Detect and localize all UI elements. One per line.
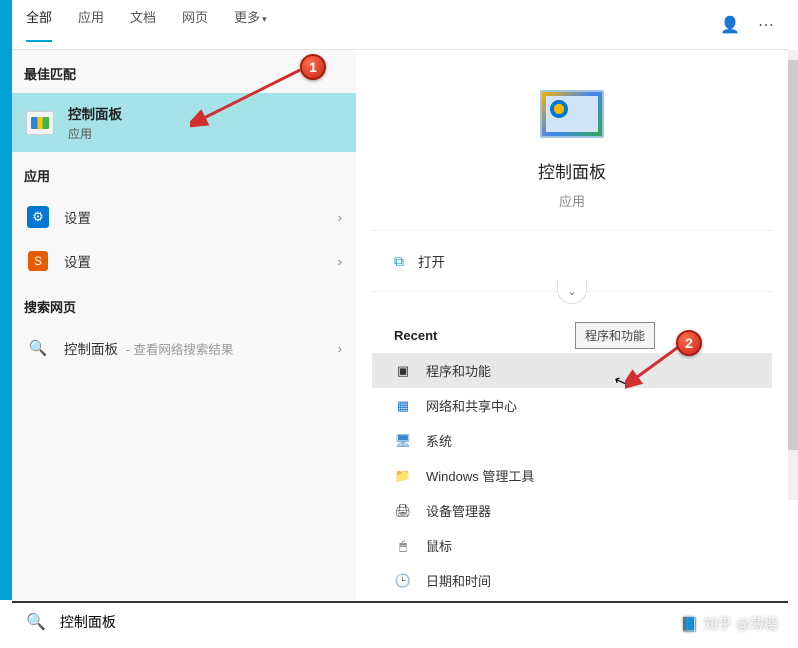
search-input[interactable] bbox=[60, 614, 774, 630]
recent-item-system[interactable]: 🖥系统 bbox=[372, 423, 772, 458]
recent-item-wintools[interactable]: 📁Windows 管理工具 bbox=[372, 458, 772, 493]
web-search-header: 搜索网页 bbox=[12, 283, 356, 326]
sogou-icon: S bbox=[28, 251, 48, 271]
scrollbar-thumb[interactable] bbox=[788, 60, 798, 450]
zhihu-icon: 📘 bbox=[680, 616, 697, 633]
annotation-arrow-2 bbox=[625, 344, 685, 389]
recent-item-devmgr[interactable]: 🖨设备管理器 bbox=[372, 493, 772, 528]
watermark: 📘 知乎 @薄樱 bbox=[680, 614, 778, 634]
best-match-subtitle: 应用 bbox=[68, 125, 122, 142]
annotation-badge-2: 2 bbox=[676, 330, 702, 356]
tab-apps[interactable]: 应用 bbox=[78, 7, 104, 42]
open-icon: ⧉ bbox=[394, 253, 404, 270]
search-icon: 🔍 bbox=[26, 612, 46, 632]
device-icon: 🖨 bbox=[394, 502, 412, 520]
gear-icon: ⚙ bbox=[27, 206, 49, 228]
control-panel-icon bbox=[26, 111, 54, 135]
search-icon: 🔍 bbox=[26, 336, 50, 360]
clock-icon: 🕒 bbox=[394, 572, 412, 590]
tab-all[interactable]: 全部 bbox=[26, 7, 52, 42]
recent-item-programs[interactable]: ▣程序和功能 bbox=[372, 353, 772, 388]
chevron-right-icon: › bbox=[338, 210, 342, 225]
control-panel-large-icon bbox=[540, 90, 604, 138]
chevron-right-icon: › bbox=[338, 254, 342, 269]
top-tabs-bar: 全部 应用 文档 网页 更多▾ 👤 ⋯ bbox=[12, 0, 788, 50]
mouse-icon: 🖱 bbox=[394, 537, 412, 555]
folder-icon: 📁 bbox=[394, 467, 412, 485]
app-settings-win[interactable]: ⚙ 设置 › bbox=[12, 195, 356, 239]
recent-item-network[interactable]: ▦网络和共享中心 bbox=[372, 388, 772, 423]
tab-more[interactable]: 更多▾ bbox=[234, 7, 267, 42]
detail-title: 控制面板 bbox=[372, 158, 772, 183]
system-icon: 🖥 bbox=[394, 432, 412, 450]
best-match-title: 控制面板 bbox=[68, 103, 122, 123]
recent-item-datetime[interactable]: 🕒日期和时间 bbox=[372, 563, 772, 598]
more-options-icon[interactable]: ⋯ bbox=[758, 15, 774, 35]
annotation-arrow-1 bbox=[190, 65, 310, 135]
chevron-right-icon: › bbox=[338, 341, 342, 356]
search-bar[interactable]: 🔍 bbox=[12, 601, 788, 641]
recent-item-mouse[interactable]: 🖱鼠标 bbox=[372, 528, 772, 563]
app-settings-sogou[interactable]: S 设置 › bbox=[12, 239, 356, 283]
expand-chevron[interactable]: ⌄ bbox=[557, 280, 587, 304]
detail-subtitle: 应用 bbox=[372, 191, 772, 210]
recent-header: Recent bbox=[372, 304, 772, 353]
recent-item-defaults[interactable]: ⚙默认程序 bbox=[372, 598, 772, 600]
apps-header: 应用 bbox=[12, 152, 356, 195]
detail-panel: 控制面板 应用 ⧉ 打开 ⌄ Recent ▣程序和功能 ▦网络和共享中心 🖥系… bbox=[356, 50, 788, 600]
programs-icon: ▣ bbox=[394, 362, 412, 380]
tab-docs[interactable]: 文档 bbox=[130, 7, 156, 42]
annotation-badge-1: 1 bbox=[300, 54, 326, 80]
web-search-item[interactable]: 🔍 控制面板 - 查看网络搜索结果 › bbox=[12, 326, 356, 370]
tab-web[interactable]: 网页 bbox=[182, 7, 208, 42]
network-icon: ▦ bbox=[394, 397, 412, 415]
feedback-icon[interactable]: 👤 bbox=[720, 15, 740, 35]
